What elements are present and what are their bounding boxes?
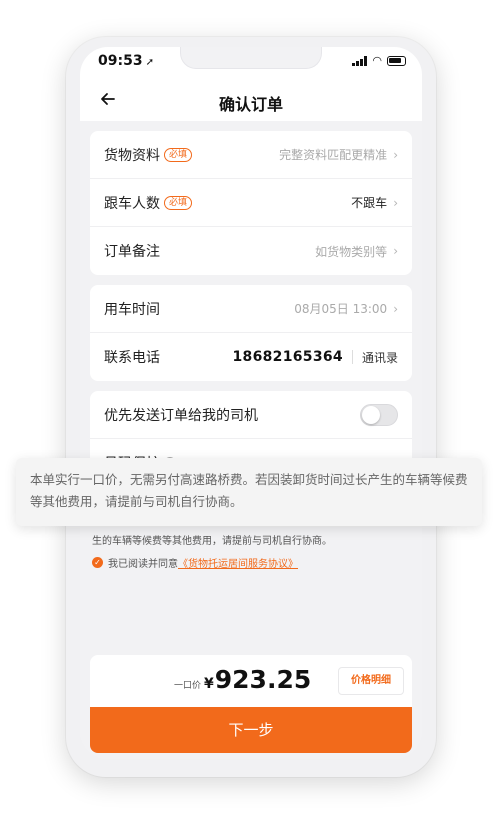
checkmark-icon[interactable]: ✓ [92,557,103,568]
next-step-button[interactable]: 下一步 [90,707,412,753]
wifi-icon: ◠ [372,54,382,67]
row-contact-phone: 联系电话 18682165364 通讯录 [90,333,412,381]
cargo-info-hint: 完整资料匹配更精准 [279,148,388,162]
price-bar: 一口价 ¥ 923.25 价格明细 [90,655,412,707]
status-time: 09:53 ➚ [98,53,154,69]
currency-symbol: ¥ [204,676,214,692]
passengers-selection: 不跟车 [351,196,388,210]
row-order-note[interactable]: 订单备注 如货物类别等 › [90,227,412,275]
signal-icon [352,56,368,66]
price-label: 一口价 [174,681,202,691]
divider [351,350,353,364]
required-badge: 必填 [164,147,193,162]
app-screen: 09:53➚ ◠ 确认订单 货物资料 必填 完整资料匹配更精准 › 跟车人数 [80,47,422,759]
status-bar: 09:53 ➚ ◠ [80,47,422,79]
row-usage-time[interactable]: 用车时间 08月05日 13:00 › [90,285,412,333]
price-detail-button[interactable]: 价格明细 [338,667,404,695]
nav-bar: 确认订单 [80,79,422,121]
order-note-label: 订单备注 [104,244,160,260]
cargo-info-value: 完整资料匹配更精准 › [279,146,398,163]
priority-driver-label: 优先发送订单给我的司机 [104,407,258,424]
order-note-hint: 如货物类别等 [315,244,388,259]
contact-card: 用车时间 08月05日 13:00 › 联系电话 18682165364 通讯录 [90,285,412,381]
chevron-right-icon: › [393,147,398,162]
location-icon: ➚ [145,57,154,68]
status-time-text: 09:53 [98,53,143,69]
agreement-row: ✓ 我已阅读并同意 《货物托运居间服务协议》 [92,555,298,570]
price-tooltip: 本单实行一口价，无需另付高速路桥费。若因装卸货时间过长产生的车辆等候费等其他费用… [16,458,482,526]
cargo-info-label: 货物资料 [104,147,160,164]
page-title: 确认订单 [218,95,283,114]
order-info-card: 货物资料 必填 完整资料匹配更精准 › 跟车人数 必填 不跟车 › 订单备注 如… [90,131,412,275]
passengers-value: 不跟车 › [351,194,398,211]
usage-time-value: 08月05日 13:00 › [294,300,398,317]
price-display: 一口价 ¥ 923.25 [174,665,311,694]
required-badge: 必填 [164,195,193,210]
notch [180,47,322,69]
chevron-right-icon: › [393,195,398,210]
order-note-value: 如货物类别等 › [315,243,398,260]
usage-time-label: 用车时间 [104,301,160,318]
chevron-right-icon: › [393,244,398,258]
price-amount: 923.25 [214,665,312,694]
agreement-link[interactable]: 《货物托运居间服务协议》 [178,555,298,570]
contact-phone-label: 联系电话 [104,350,160,366]
usage-time-text: 08月05日 13:00 [294,302,388,316]
chevron-right-icon: › [393,301,398,316]
row-priority-driver: 优先发送订单给我的司机 [90,391,412,439]
status-icons: ◠ [352,54,406,67]
passengers-label: 跟车人数 [104,195,160,212]
battery-icon [387,56,406,66]
row-cargo-info[interactable]: 货物资料 必填 完整资料匹配更精准 › [90,131,412,179]
row-passengers[interactable]: 跟车人数 必填 不跟车 › [90,179,412,227]
contacts-button[interactable]: 通讯录 [362,349,398,366]
fee-notice: 生的车辆等候费等其他费用，请提前与司机自行协商。 [92,536,332,547]
priority-driver-toggle[interactable] [360,403,398,426]
agreement-prefix: 我已阅读并同意 [108,559,178,570]
contact-phone-input[interactable]: 18682165364 [233,349,343,365]
